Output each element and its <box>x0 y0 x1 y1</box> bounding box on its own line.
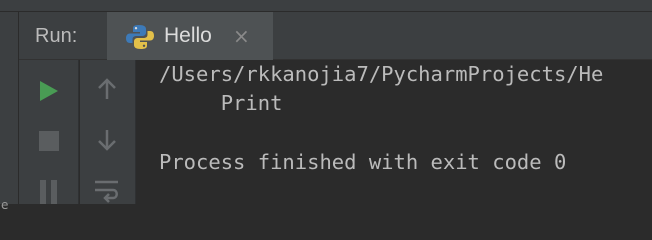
console-toolbar <box>80 60 136 204</box>
left-side-strip: e <box>0 12 19 212</box>
run-icon[interactable] <box>39 80 59 102</box>
down-arrow-icon[interactable] <box>96 128 118 152</box>
run-panel-header: Run: Hello × <box>19 12 652 60</box>
up-arrow-icon[interactable] <box>96 77 118 101</box>
console-line: Process finished with exit code 0 <box>159 150 567 174</box>
close-icon[interactable]: × <box>233 24 250 48</box>
stop-icon[interactable] <box>39 131 59 151</box>
console-line: /Users/rkkanojia7/PycharmProjects/He <box>159 62 604 86</box>
console-line: Print <box>159 91 283 115</box>
run-label: Run: <box>35 25 78 47</box>
left-edge-glyph: e <box>1 198 9 212</box>
console-output[interactable]: /Users/rkkanojia7/PycharmProjects/He Pri… <box>137 60 652 204</box>
soft-wrap-icon[interactable] <box>94 178 120 204</box>
tab-hello[interactable]: Hello × <box>107 12 273 60</box>
python-icon <box>126 25 154 49</box>
tab-label: Hello <box>164 24 212 47</box>
run-toolbar <box>19 60 79 204</box>
pause-icon[interactable] <box>40 180 58 204</box>
